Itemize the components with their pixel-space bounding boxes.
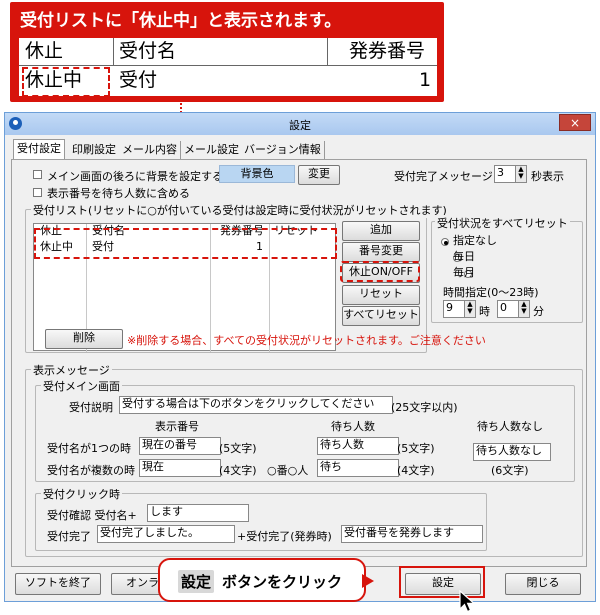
minute-unit: 分 bbox=[533, 305, 544, 318]
mouse-pointer-icon bbox=[459, 590, 476, 613]
callout-header-name: 受付名 bbox=[119, 38, 177, 66]
radio-daily-label: 毎日 bbox=[453, 250, 475, 263]
col-none-label: 待ち人数なし bbox=[477, 420, 543, 433]
col-display-label: 表示番号 bbox=[155, 420, 199, 433]
settings-dialog: 設定 × 受付設定 印刷設定 メール内容 メール設定 バージョン情報 メイン画面… bbox=[4, 112, 596, 602]
confirm-field[interactable]: します bbox=[147, 504, 249, 522]
display-msg-legend: 表示メッセージ bbox=[31, 362, 112, 378]
include-pause-label: 表示番号を待ち人数に含める bbox=[47, 187, 190, 200]
bg-change-button[interactable]: 変更 bbox=[298, 165, 340, 185]
list-highlight bbox=[34, 228, 337, 259]
radio-none[interactable] bbox=[441, 238, 449, 246]
title-bar: 設定 × bbox=[5, 113, 595, 135]
quit-button[interactable]: ソフトを終了 bbox=[15, 573, 101, 595]
multi-limit: (4文字) bbox=[219, 464, 257, 477]
callout-title: 受付リストに「休止中」と表示されます。 bbox=[20, 11, 342, 31]
delete-warning: ※削除する場合、すべての受付状況がリセットされます。ご注意ください bbox=[127, 334, 486, 347]
col-waiting-label: 待ち人数 bbox=[331, 420, 375, 433]
multi-label: 受付名が複数の時 bbox=[47, 464, 135, 477]
single-label: 受付名が1つの時 bbox=[47, 442, 131, 455]
seconds-label: 秒表示 bbox=[531, 170, 564, 183]
hint-pill: 設定 bbox=[178, 570, 215, 593]
bg-check-label: メイン画面の後ろに背景を設定する bbox=[47, 170, 223, 183]
callout-header-number: 発券番号 bbox=[349, 38, 426, 66]
complete-msg-label: 受付完了メッセージ: bbox=[394, 170, 497, 183]
radio-monthly-label: 毎月 bbox=[453, 266, 475, 279]
include-pause-checkbox[interactable] bbox=[33, 188, 42, 197]
close-icon[interactable]: × bbox=[559, 114, 591, 131]
complete-field[interactable]: 受付完了しました。 bbox=[97, 525, 235, 543]
no-waiting-limit: (6文字) bbox=[491, 464, 529, 477]
minute-spinner[interactable]: ▲ ▼ bbox=[518, 300, 530, 318]
multi-waiting-field[interactable]: 待ち bbox=[317, 459, 399, 477]
desc-limit: (25文字以内) bbox=[391, 401, 458, 414]
hint-text: ボタンをクリック bbox=[222, 573, 343, 591]
bg-color-swatch: 背景色 bbox=[219, 165, 295, 183]
main-screen-legend: 受付メイン画面 bbox=[41, 378, 122, 394]
callout-row-name: 受付 bbox=[119, 69, 158, 91]
complete-ticket-label: +受付完了(発券時) bbox=[237, 530, 332, 543]
time-spec-label: 時間指定(0〜23時) bbox=[443, 286, 539, 299]
reset-all-button[interactable]: すべてリセット bbox=[342, 306, 420, 326]
hint-arrow bbox=[362, 574, 374, 588]
desc-field[interactable]: 受付する場合は下のボタンをクリックしてください bbox=[119, 396, 393, 414]
bg-checkbox[interactable] bbox=[33, 170, 42, 179]
complete-ticket-field[interactable]: 受付番号を発券します bbox=[341, 525, 483, 543]
reception-list-legend: 受付リスト(リセットに○が付いている受付は設定時に受付状況がリセットされます) bbox=[31, 202, 449, 218]
tab-mail-content[interactable]: メール内容 bbox=[119, 141, 181, 159]
multi-suffix: ○番○人 bbox=[267, 464, 309, 477]
tab-reception[interactable]: 受付設定 bbox=[13, 139, 65, 161]
single-display-field[interactable]: 現在の番号 bbox=[139, 437, 221, 455]
hour-unit: 時 bbox=[479, 305, 490, 318]
desc-label: 受付説明 bbox=[69, 401, 113, 414]
pause-button-highlight bbox=[340, 261, 420, 282]
add-button[interactable]: 追加 bbox=[342, 221, 420, 241]
reset-all-legend: 受付状況をすべてリセット bbox=[435, 215, 570, 231]
radio-none-label: 指定なし bbox=[453, 234, 497, 247]
tab-mail-settings[interactable]: メール設定 bbox=[181, 141, 243, 159]
delete-button[interactable]: 削除 bbox=[45, 329, 123, 349]
multi-display-field[interactable]: 現在 bbox=[139, 459, 221, 477]
complete-label: 受付完了 bbox=[47, 530, 91, 543]
callout-header-pause: 休止 bbox=[25, 38, 64, 66]
dialog-title: 設定 bbox=[289, 119, 311, 132]
change-number-button[interactable]: 番号変更 bbox=[342, 242, 420, 262]
callout-row-number: 1 bbox=[419, 69, 432, 91]
tab-version[interactable]: バージョン情報 bbox=[241, 141, 325, 159]
callout-highlight bbox=[22, 67, 110, 97]
click-legend: 受付クリック時 bbox=[41, 486, 122, 502]
multi-waiting-limit: (4文字) bbox=[397, 464, 435, 477]
hour-spinner[interactable]: ▲ ▼ bbox=[464, 300, 476, 318]
complete-msg-spinner[interactable]: ▲ ▼ bbox=[515, 165, 527, 183]
tab-print[interactable]: 印刷設定 bbox=[69, 141, 120, 159]
single-waiting-limit: (5文字) bbox=[397, 442, 435, 455]
callout-divider bbox=[327, 38, 328, 65]
hint-callout: 設定 ボタンをクリック bbox=[158, 558, 366, 602]
no-waiting-field[interactable]: 待ち人数なし bbox=[473, 443, 551, 461]
single-waiting-field[interactable]: 待ち人数 bbox=[317, 437, 399, 455]
confirm-label: 受付確認 受付名+ bbox=[47, 509, 137, 522]
reset-button[interactable]: リセット bbox=[342, 285, 420, 305]
callout-divider bbox=[113, 38, 114, 65]
close-button[interactable]: 閉じる bbox=[505, 573, 581, 595]
single-limit: (5文字) bbox=[219, 442, 257, 455]
